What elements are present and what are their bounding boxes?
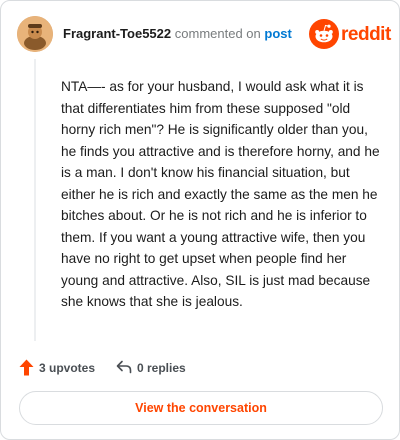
comment-card: Fragrant-Toe5522 commented on post reddi… xyxy=(0,0,400,440)
view-conversation-button[interactable]: View the conversation xyxy=(19,391,383,425)
comment-meta: Fragrant-Toe5522 commented on post xyxy=(63,26,292,41)
upvote-arrow-icon xyxy=(19,359,34,376)
reddit-alien-icon xyxy=(309,19,339,49)
snoo-avatar-icon xyxy=(17,16,53,52)
reddit-logo[interactable]: reddit xyxy=(309,19,391,49)
comment-footer: 3 upvotes 0 replies xyxy=(19,359,379,379)
upvote-count: 3 upvotes xyxy=(39,361,96,375)
username-link[interactable]: Fragrant-Toe5522 xyxy=(63,26,171,41)
post-link[interactable]: post xyxy=(264,26,291,41)
thread-line xyxy=(34,59,36,341)
reddit-wordmark: reddit xyxy=(341,24,391,45)
view-conversation-label: View the conversation xyxy=(135,401,267,415)
reply-icon xyxy=(116,360,132,374)
comment-header: Fragrant-Toe5522 commented on post reddi… xyxy=(17,16,391,52)
comment-body: NTA—- as for your husband, I would ask w… xyxy=(61,79,380,309)
reply-count: 0 replies xyxy=(137,361,186,375)
action-text: commented on xyxy=(174,26,261,41)
user-avatar[interactable] xyxy=(17,16,53,52)
